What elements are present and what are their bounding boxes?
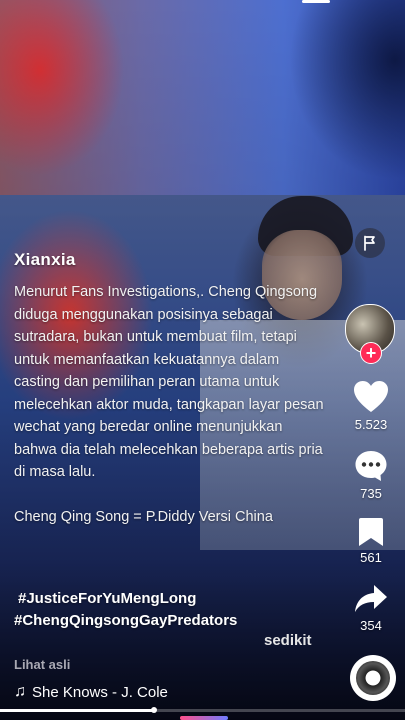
comment-count: 735 [360, 486, 382, 501]
like-count: 5.523 [354, 417, 388, 432]
video-feed-screen: Xianxia Menurut Fans Investigations,. Ch… [0, 0, 405, 720]
share-button[interactable]: 354 [346, 583, 396, 633]
heart-icon [354, 381, 388, 412]
hashtag-link[interactable]: #JusticeForYuMengLong [14, 588, 237, 610]
post-caption: Menurut Fans Investigations,. Cheng Qing… [14, 281, 329, 528]
caption-paragraph: Menurut Fans Investigations,. Cheng Qing… [14, 284, 324, 480]
report-button[interactable] [355, 228, 385, 258]
creator-avatar-button[interactable]: + [345, 304, 395, 364]
music-note-icon: ♫ [14, 683, 26, 700]
author-name[interactable]: Xianxia [14, 250, 76, 270]
flag-icon [364, 235, 375, 251]
share-icon [355, 585, 387, 612]
bookmark-icon [359, 518, 383, 546]
progress-handle[interactable] [150, 707, 157, 713]
progress-fill [0, 709, 154, 712]
view-original-link[interactable]: Lihat asli [14, 657, 70, 672]
music-title: She Knows - J. Cole [32, 683, 168, 701]
video-progress-bar[interactable] [0, 707, 405, 713]
music-info[interactable]: ♫ She Knows - J. Cole [14, 683, 168, 701]
save-count: 561 [360, 550, 382, 565]
hashtag-list: #JusticeForYuMengLong #ChengQingsongGayP… [14, 588, 237, 632]
comment-icon [355, 451, 387, 481]
follow-button[interactable]: + [360, 342, 382, 364]
music-disc-icon [356, 661, 390, 695]
collapse-caption-button[interactable]: sedikit [264, 632, 312, 649]
like-button[interactable]: 5.523 [346, 380, 396, 432]
save-button[interactable]: 561 [346, 517, 396, 565]
caption-paragraph: Cheng Qing Song = P.Diddy Versi China [14, 508, 273, 525]
comment-button[interactable]: 735 [346, 449, 396, 501]
menu-icon[interactable] [302, 0, 330, 3]
loading-indicator [180, 716, 228, 720]
hashtag-link[interactable]: #ChengQingsongGayPredators [14, 610, 237, 632]
music-disc-button[interactable] [350, 655, 396, 701]
share-count: 354 [360, 618, 382, 633]
